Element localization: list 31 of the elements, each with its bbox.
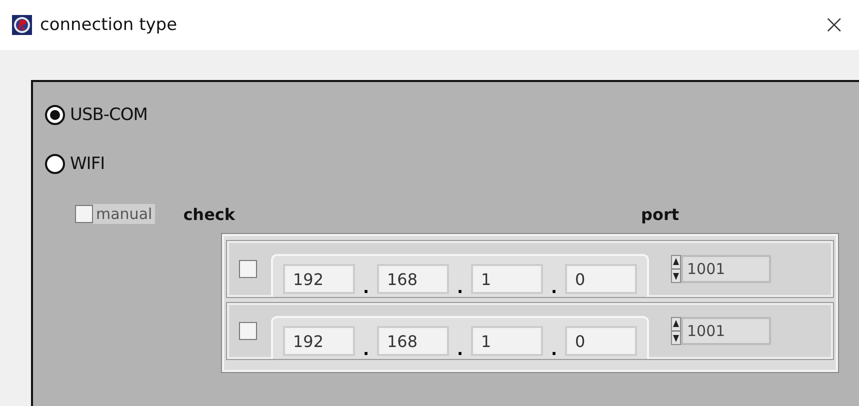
- ip-octet-field[interactable]: 168: [377, 264, 449, 294]
- radio-button[interactable]: [45, 104, 65, 124]
- checkbox[interactable]: [75, 205, 93, 223]
- ip-separator: .: [362, 282, 370, 294]
- ip-separator: .: [456, 282, 464, 294]
- ip-separator: .: [362, 344, 370, 356]
- ip-separator: .: [456, 344, 464, 356]
- spinner-arrows-icon[interactable]: [671, 317, 681, 345]
- window-title: connection type: [40, 15, 178, 35]
- spinner-arrows-icon[interactable]: [671, 255, 681, 283]
- ip-octet-field[interactable]: 1: [471, 326, 543, 356]
- radio-label: WIFI: [70, 154, 105, 174]
- port-field[interactable]: 1001: [681, 255, 771, 283]
- ip-separator: .: [550, 282, 558, 294]
- row-checkbox[interactable]: [239, 260, 257, 278]
- app-logo-icon: [12, 15, 32, 35]
- port-field[interactable]: 1001: [681, 317, 771, 345]
- ip-octet-field[interactable]: 192: [283, 326, 355, 356]
- ip-octet-field[interactable]: 0: [565, 264, 637, 294]
- close-button[interactable]: ×: [815, 10, 853, 40]
- radio-button[interactable]: [45, 154, 65, 174]
- row-checkbox[interactable]: [239, 322, 257, 340]
- ip-separator: .: [550, 344, 558, 356]
- column-header: port: [641, 205, 680, 224]
- ip-octet-field[interactable]: 168: [377, 326, 449, 356]
- ip-octet-field[interactable]: 0: [565, 326, 637, 356]
- column-header: check: [183, 205, 236, 224]
- ip-octet-field[interactable]: 192: [283, 264, 355, 294]
- checkbox-label: manual: [93, 204, 156, 224]
- ip-octet-field[interactable]: 1: [471, 264, 543, 294]
- radio-label: USB-COM: [70, 104, 148, 124]
